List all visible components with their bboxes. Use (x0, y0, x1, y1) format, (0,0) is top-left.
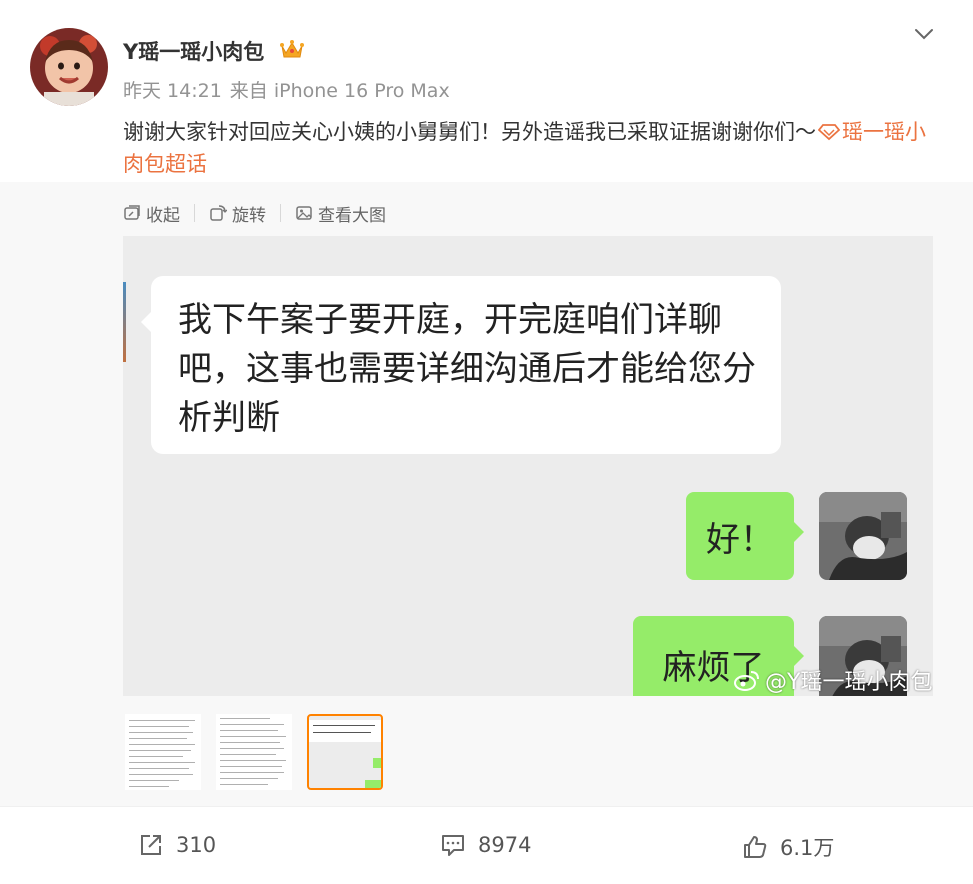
post-source: 来自 iPhone 16 Pro Max (229, 80, 450, 102)
user-avatar[interactable] (30, 28, 108, 106)
comment-button[interactable]: 8974 (440, 832, 531, 858)
post-meta: 昨天 14:21 来自 iPhone 16 Pro Max (123, 76, 450, 103)
image-thumbnail-selected[interactable] (307, 714, 383, 790)
like-button[interactable]: 6.1万 (742, 832, 834, 862)
rotate-icon (210, 205, 227, 221)
repost-button[interactable]: 310 (138, 832, 216, 858)
sender-avatar (819, 492, 907, 580)
super-topic-icon (817, 118, 841, 141)
watermark-text: @Y瑶一瑶小肉包 (765, 670, 933, 695)
toolbar-divider (194, 204, 195, 222)
like-count: 6.1万 (780, 836, 835, 860)
outgoing-message-text: 好！ (706, 519, 774, 560)
weibo-post-card: Y瑶一瑶小肉包 昨天 14:21 来自 iPhone 16 Pro Max 谢谢大… (0, 0, 973, 884)
cropped-avatar-edge (123, 282, 126, 362)
rotate-label: 旋转 (232, 205, 266, 226)
view-large-button[interactable]: 查看大图 (295, 201, 386, 226)
weibo-logo-icon (734, 671, 759, 691)
comment-count: 8974 (478, 833, 532, 857)
image-thumbnail[interactable] (216, 714, 292, 790)
thumbs-up-icon (744, 836, 767, 858)
image-thumbnail[interactable] (125, 714, 201, 790)
image-icon (296, 206, 312, 220)
post-time[interactable]: 昨天 14:21 (123, 80, 222, 102)
post-text: 谢谢大家针对回应关心小姨的小舅舅们！另外造谣我已采取证据谢谢你们～ 瑶一瑶小肉包超… (123, 116, 943, 180)
rotate-button[interactable]: 旋转 (209, 201, 266, 226)
share-icon (141, 835, 161, 855)
weibo-watermark: @Y瑶一瑶小肉包 (733, 664, 932, 696)
chat-screenshot-image[interactable]: 我下午案子要开庭，开完庭咱们详聊吧，这事也需要详细沟通后才能给您分析判断 好！ … (123, 236, 933, 696)
comment-icon (442, 835, 464, 856)
collapse-label: 收起 (146, 205, 180, 226)
view-large-label: 查看大图 (318, 205, 386, 226)
chevron-down-icon[interactable] (912, 24, 936, 44)
incoming-message-bubble: 我下午案子要开庭，开完庭咱们详聊吧，这事也需要详细沟通后才能给您分析判断 (141, 276, 781, 454)
toolbar-divider (280, 204, 281, 222)
media-toolbar: 收起 旋转 查看大图 (123, 200, 386, 226)
crown-icon (279, 38, 305, 60)
outgoing-message-bubble: 好！ (686, 492, 804, 580)
collapse-icon (124, 205, 140, 220)
collapse-button[interactable]: 收起 (123, 201, 180, 226)
post-body: 谢谢大家针对回应关心小姨的小舅舅们！另外造谣我已采取证据谢谢你们～ (123, 120, 816, 144)
repost-count: 310 (176, 833, 217, 857)
incoming-message-text: 我下午案子要开庭，开完庭咱们详聊吧，这事也需要详细沟通后才能给您分析判断 (178, 300, 756, 438)
username[interactable]: Y瑶一瑶小肉包 (123, 36, 264, 66)
